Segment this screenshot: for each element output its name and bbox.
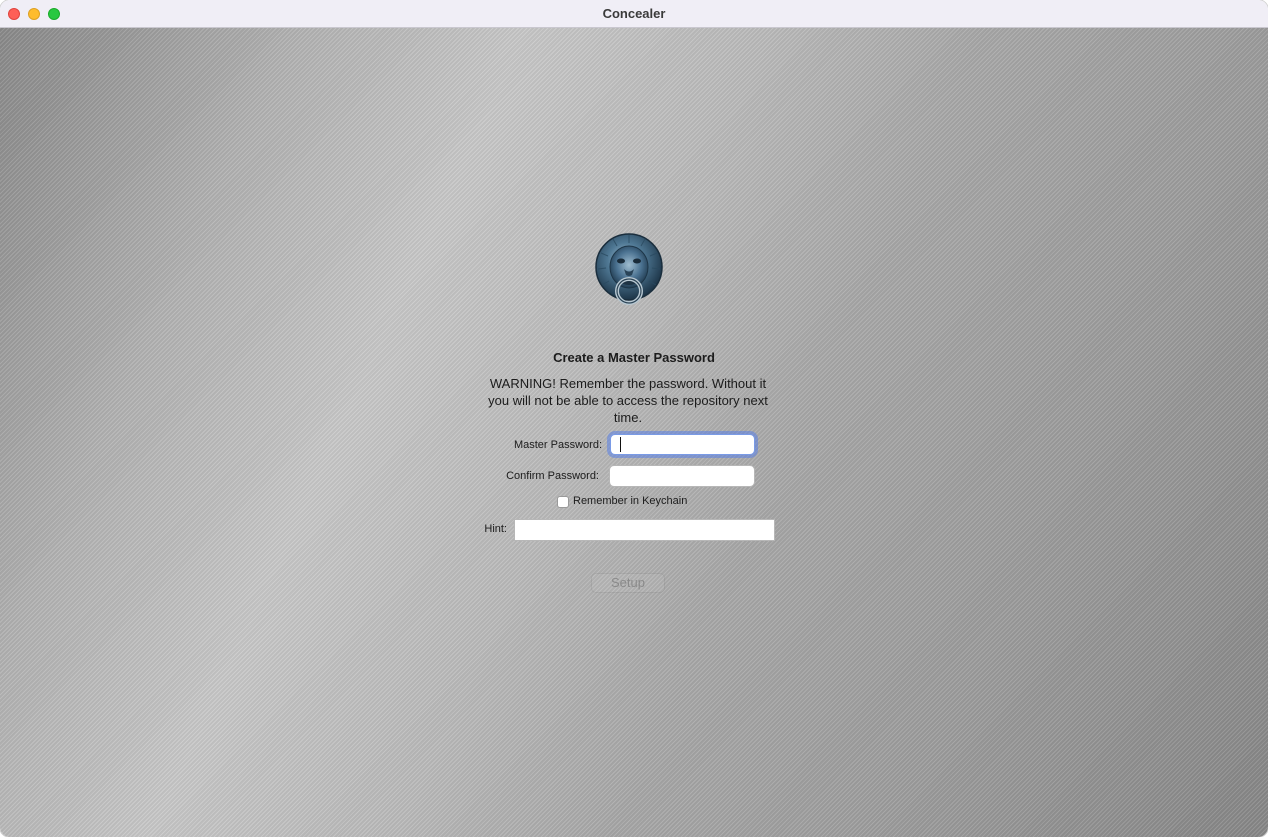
lion-door-knocker-icon bbox=[595, 233, 663, 305]
remember-keychain-checkbox[interactable] bbox=[557, 496, 569, 508]
main-content: Create a Master Password WARNING! Rememb… bbox=[0, 28, 1268, 837]
hint-label: Hint: bbox=[484, 523, 507, 535]
confirm-password-field[interactable] bbox=[609, 465, 755, 487]
master-password-field[interactable] bbox=[610, 434, 755, 455]
title-bar[interactable]: Concealer bbox=[0, 0, 1268, 28]
app-window: Concealer Create a Master Password WARNI… bbox=[0, 0, 1268, 837]
window-title: Concealer bbox=[602, 6, 666, 21]
confirm-password-label: Confirm Password: bbox=[506, 470, 599, 482]
setup-button[interactable]: Setup bbox=[591, 573, 665, 593]
remember-keychain-label[interactable]: Remember in Keychain bbox=[573, 495, 687, 507]
hint-field[interactable] bbox=[514, 519, 775, 541]
master-password-label: Master Password: bbox=[513, 439, 602, 451]
page-title: Create a Master Password bbox=[553, 350, 715, 365]
warning-text: WARNING! Remember the password. Without … bbox=[488, 376, 768, 425]
text-caret bbox=[620, 437, 621, 452]
